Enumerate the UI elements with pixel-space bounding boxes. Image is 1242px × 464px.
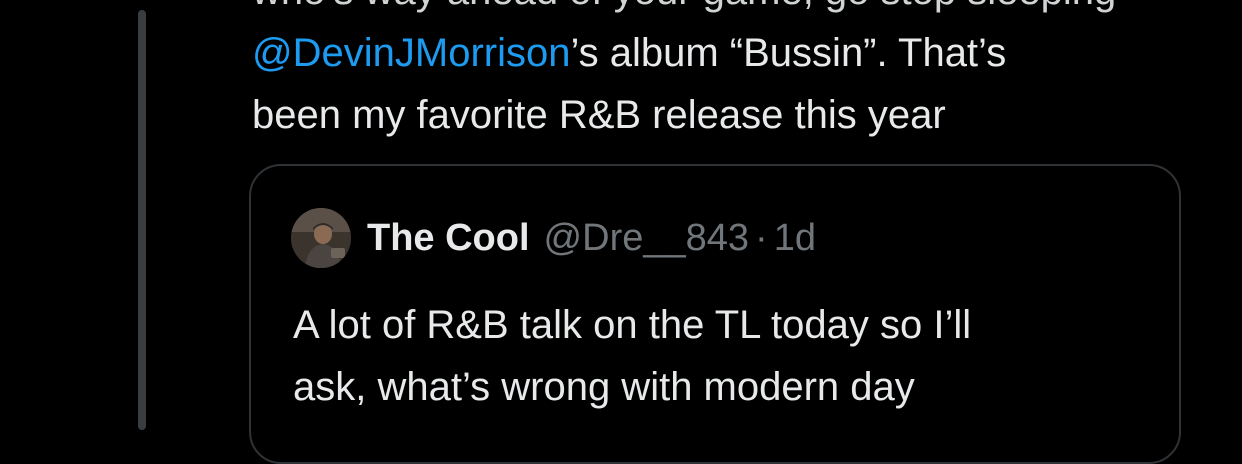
tweet-line-partial: who’s way ahead of your game; go stop sl… [252,0,1212,22]
quoted-display-name[interactable]: The Cool [367,217,530,260]
meta-separator: · [755,216,768,259]
quoted-timestamp[interactable]: 1d [774,217,816,260]
quoted-tweet-text: A lot of R&B talk on the TL today so I’l… [293,294,1173,418]
quoted-tweet-header: The Cool @Dre__843 · 1d [291,208,816,268]
tweet-line: @DevinJMorrison’s album “Bussin”. That’s [252,22,1212,84]
avatar[interactable] [291,208,351,268]
thread-connector-line [138,10,146,430]
tweet-line: been my favorite R&B release this year [252,93,946,137]
avatar-image [291,208,351,268]
quoted-tweet-line: A lot of R&B talk on the TL today so I’l… [293,303,972,347]
tweet-text: who’s way ahead of your game; go stop sl… [252,0,1212,146]
quoted-tweet-line: ask, what’s wrong with modern day [293,365,915,409]
quoted-tweet-card[interactable]: The Cool @Dre__843 · 1d A lot of R&B tal… [249,164,1181,464]
quoted-handle[interactable]: @Dre__843 [544,217,749,260]
mention-link[interactable]: @DevinJMorrison [252,31,570,75]
tweet-line-text: ’s album “Bussin”. That’s [570,31,1007,75]
